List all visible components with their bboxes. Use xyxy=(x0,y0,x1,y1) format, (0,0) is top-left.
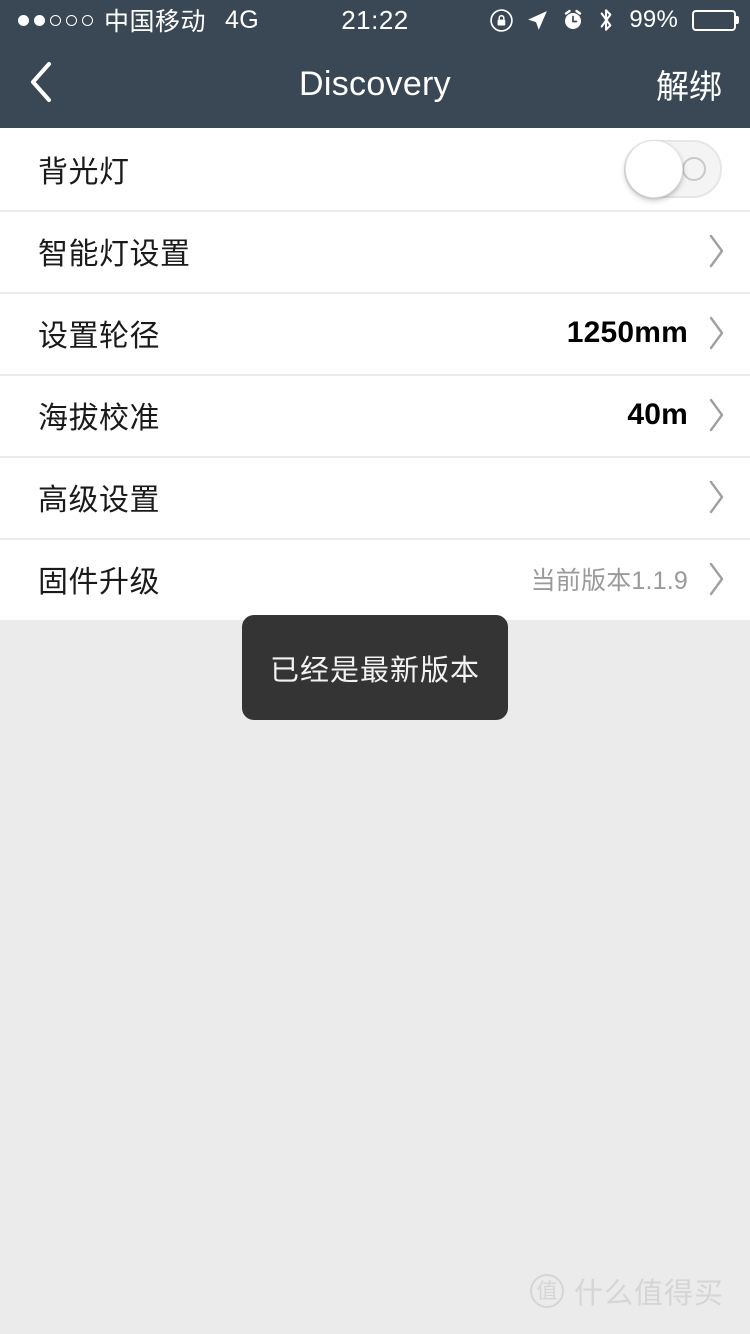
status-bar: 中国移动 4G 21:22 99% xyxy=(0,0,750,40)
back-button[interactable] xyxy=(0,40,90,128)
back-chevron-icon xyxy=(28,60,54,109)
list-row-control xyxy=(688,233,726,269)
list-row-label: 固件升级 xyxy=(38,566,160,599)
list-row-smart-light-settings[interactable]: 智能灯设置 xyxy=(0,210,750,292)
page-title: Discovery xyxy=(299,64,451,103)
list-row-control: 当前版本1.1.9 xyxy=(531,561,726,597)
rotation-lock-icon xyxy=(489,8,514,33)
watermark: 值 什么值得买 xyxy=(529,1270,724,1312)
watermark-label: 什么值得买 xyxy=(573,1278,724,1310)
list-row-label: 高级设置 xyxy=(38,484,160,517)
watermark-badge-icon: 值 xyxy=(529,1274,564,1308)
location-arrow-icon xyxy=(525,8,550,33)
chevron-right-icon xyxy=(706,479,726,515)
toast-message: 已经是最新版本 xyxy=(242,615,508,720)
battery-icon xyxy=(692,9,736,31)
status-bar-right: 99% xyxy=(489,6,736,34)
toast-text: 已经是最新版本 xyxy=(269,654,480,687)
list-row-backlight[interactable]: 背光灯 xyxy=(0,128,750,210)
toggle-off-ring-icon xyxy=(682,157,706,181)
alarm-clock-icon xyxy=(561,8,585,32)
list-row-label: 背光灯 xyxy=(38,156,130,189)
firmware-version-label: 当前版本1.1.9 xyxy=(530,567,688,595)
list-row-control: 40m xyxy=(627,397,726,433)
toggle-knob xyxy=(625,140,683,198)
chevron-right-icon xyxy=(706,315,726,351)
chevron-right-icon xyxy=(706,397,726,433)
list-row-label: 海拔校准 xyxy=(38,402,160,435)
list-row-altitude-calibration[interactable]: 海拔校准 40m xyxy=(0,374,750,456)
chevron-right-icon xyxy=(706,561,726,597)
navigation-bar: Discovery 解绑 xyxy=(0,40,750,128)
list-row-value: 1250mm xyxy=(566,316,688,349)
battery-percent-label: 99% xyxy=(629,6,678,33)
unbind-button[interactable]: 解绑 xyxy=(656,60,750,108)
list-row-wheel-diameter[interactable]: 设置轮径 1250mm xyxy=(0,292,750,374)
backlight-toggle[interactable] xyxy=(624,140,722,198)
settings-list: 背光灯 智能灯设置 设置轮径 1250mm 海拔校准 40m 高级设置 固件升级… xyxy=(0,128,750,620)
list-row-control: 1250mm xyxy=(567,315,726,351)
list-row-control xyxy=(688,479,726,515)
list-row-advanced-settings[interactable]: 高级设置 xyxy=(0,456,750,538)
bluetooth-icon xyxy=(596,7,616,33)
chevron-right-icon xyxy=(706,233,726,269)
list-row-firmware-upgrade[interactable]: 固件升级 当前版本1.1.9 xyxy=(0,538,750,620)
list-row-label: 设置轮径 xyxy=(38,320,160,353)
list-row-control xyxy=(624,140,726,198)
list-row-value: 40m xyxy=(627,398,688,431)
list-row-label: 智能灯设置 xyxy=(38,238,191,271)
